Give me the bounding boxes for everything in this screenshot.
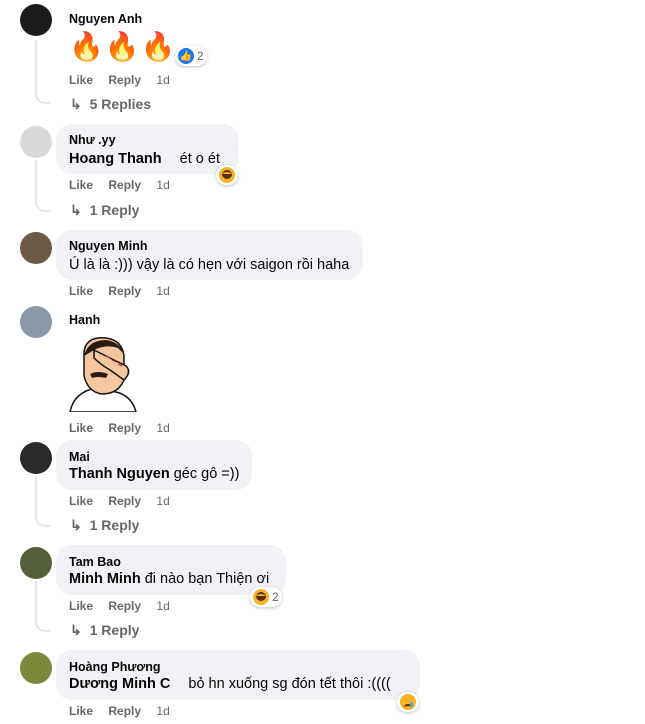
comment-actions: Like Reply 1d [69,494,170,508]
thread-connector [35,88,51,104]
comment-author[interactable]: Nguyen Anh [69,12,142,26]
comment-text: Ú là là :))) vậy là có hẹn với saigon rồ… [69,257,350,273]
comment-time[interactable]: 1d [156,599,169,613]
comment-actions: Like Reply 1d [69,73,170,87]
comment-text: Hoang Thanh ét o ét [69,151,220,167]
reaction-summary[interactable] [397,692,419,712]
like-button[interactable]: Like [69,421,93,435]
thread-connector [35,511,51,527]
comment-body: bỏ hn xuống sg đón tết thôi :(((( [188,676,391,692]
comment-actions: Like Reply 1d [69,284,170,298]
mention[interactable]: Hoang Thanh [69,151,162,167]
comment-text: Thanh Nguyen géc gô =)) [69,466,239,482]
facepalm-sticker [66,336,138,413]
comment-author[interactable]: Nguyen Minh [69,239,147,253]
mention[interactable]: Dương Minh C [69,676,170,692]
reply-arrow-icon: ↳ [70,202,82,218]
avatar[interactable] [20,652,52,684]
facepalm-sticker-image [69,337,137,413]
reaction-summary[interactable] [216,165,238,185]
comment-author[interactable]: Hoàng Phương [69,660,161,674]
comment-author[interactable]: Hanh [69,313,100,327]
mention[interactable]: Minh Minh [69,571,141,587]
haha-reaction-icon [219,167,235,183]
comment-time[interactable]: 1d [156,178,169,192]
avatar[interactable] [20,126,52,158]
reply-button[interactable]: Reply [108,599,141,613]
reaction-summary[interactable]: 👍 2 [175,46,207,66]
like-button[interactable]: Like [69,73,93,87]
comment-bubble [56,650,420,700]
comment-time[interactable]: 1d [156,284,169,298]
reply-arrow-icon: ↳ [70,96,82,112]
comment-body: ét o ét [179,151,220,167]
comment-actions: Like Reply 1d [69,704,170,718]
avatar[interactable] [20,547,52,579]
avatar[interactable] [20,232,52,264]
comment-bubble [56,545,286,595]
reply-button[interactable]: Reply [108,704,141,718]
like-button[interactable]: Like [69,284,93,298]
view-replies-link[interactable]: ↳ 5 Replies [70,96,151,113]
avatar[interactable] [20,4,52,36]
like-button[interactable]: Like [69,494,93,508]
reaction-count: 2 [197,49,204,63]
comment-time[interactable]: 1d [156,704,169,718]
comment-time[interactable]: 1d [156,494,169,508]
thread-connector [35,196,51,212]
reply-arrow-icon: ↳ [70,622,82,638]
mention[interactable]: Thanh Nguyen [69,466,170,482]
comment-text: Dương Minh C bỏ hn xuống sg đón tết thôi… [69,676,391,692]
reply-button[interactable]: Reply [108,284,141,298]
avatar[interactable] [20,442,52,474]
comment-time[interactable]: 1d [156,73,169,87]
thread-connector [35,616,51,632]
haha-reaction-icon [253,589,269,605]
like-button[interactable]: Like [69,704,93,718]
view-replies-link[interactable]: ↳ 1 Reply [70,517,139,534]
sad-reaction-icon [400,694,416,710]
thread-line [35,40,37,95]
comment-time[interactable]: 1d [156,421,169,435]
comment-author[interactable]: Tam Bao [69,555,121,569]
comment-author[interactable]: Mai [69,450,90,464]
comment-actions: Like Reply 1d [69,178,170,192]
view-replies-link[interactable]: ↳ 1 Reply [70,202,139,219]
reply-button[interactable]: Reply [108,494,141,508]
like-button[interactable]: Like [69,599,93,613]
like-reaction-icon: 👍 [178,48,194,64]
reply-arrow-icon: ↳ [70,517,82,533]
reaction-count: 2 [272,590,279,604]
reply-button[interactable]: Reply [108,421,141,435]
comment-text: Minh Minh đi nào bạn Thiện ơi [69,571,269,587]
comment-emoji-text: 🔥🔥🔥 [69,31,177,62]
comment-actions: Like Reply 1d [69,421,170,435]
comment-author[interactable]: Như .yy [69,133,116,147]
avatar[interactable] [20,306,52,338]
reply-button[interactable]: Reply [108,178,141,192]
like-button[interactable]: Like [69,178,93,192]
comment-body: géc gô =)) [173,466,240,482]
comment-body: đi nào bạn Thiện ơi [144,571,270,587]
reply-button[interactable]: Reply [108,73,141,87]
view-replies-link[interactable]: ↳ 1 Reply [70,622,139,639]
comment-bubble [56,440,252,490]
reaction-summary[interactable]: 2 [250,587,282,607]
comment-actions: Like Reply 1d [69,599,170,613]
